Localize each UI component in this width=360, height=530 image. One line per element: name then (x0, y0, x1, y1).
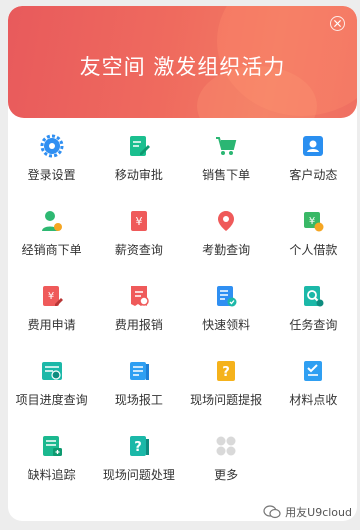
app-item-shortage-track[interactable]: 缺料追踪 (8, 434, 95, 499)
material-receive-icon (301, 359, 325, 383)
app-item-project-progress[interactable]: 项目进度查询 (8, 359, 95, 424)
app-item-approval-pen[interactable]: 移动审批 (95, 134, 182, 199)
more-grid-icon (214, 434, 238, 458)
cart-icon (214, 134, 238, 158)
app-item-more-grid[interactable]: 更多 (183, 434, 270, 499)
close-button[interactable] (330, 16, 345, 31)
customer-card-icon (301, 134, 325, 158)
app-item-question-handle[interactable]: ? 现场问题处理 (95, 434, 182, 499)
banner-title: 友空间 激发组织活力 (79, 55, 286, 79)
watermark: 用友U9cloud (263, 504, 352, 520)
svg-text:¥: ¥ (135, 215, 142, 228)
app-item-cart[interactable]: 销售下单 (183, 134, 270, 199)
app-item-label: 材料点收 (289, 393, 338, 407)
app-item-label: 现场问题处理 (102, 468, 175, 482)
expense-apply-icon: ¥ (40, 284, 64, 308)
app-item-label: 费用申请 (27, 318, 76, 332)
shortage-track-icon (40, 434, 64, 458)
svg-text:?: ? (134, 440, 142, 455)
app-item-dealer-person[interactable]: 经销商下单 (8, 209, 95, 274)
svg-text:¥: ¥ (309, 216, 315, 227)
app-item-material-check[interactable]: 快速领料 (183, 284, 270, 349)
app-item-label: 客户动态 (289, 168, 338, 182)
banner: 友空间 激发组织活力 (8, 6, 357, 118)
app-item-gear[interactable]: 登录设置 (8, 134, 95, 199)
app-item-label: 缺料追踪 (27, 468, 76, 482)
app-item-label: 任务查询 (289, 318, 338, 332)
app-item-location-pin[interactable]: 考勤查询 (183, 209, 270, 274)
app-item-task-search[interactable]: 任务查询 (270, 284, 357, 349)
app-item-label: 登录设置 (27, 168, 76, 182)
app-item-label: 个人借款 (289, 243, 338, 257)
question-report-icon: ? (214, 359, 238, 383)
app-item-label: 考勤查询 (202, 243, 251, 257)
app-item-customer-card[interactable]: 客户动态 (270, 134, 357, 199)
app-item-material-receive[interactable]: 材料点收 (270, 359, 357, 424)
app-item-expense-apply[interactable]: ¥ 费用申请 (8, 284, 95, 349)
app-panel: 友空间 激发组织活力 登录设置 移动审批 销售下单 客户动态经销商下单 ¥ 薪资查询 考勤查… (8, 6, 357, 521)
svg-text:¥: ¥ (47, 291, 53, 302)
reimburse-icon (127, 284, 151, 308)
app-item-label: 经销商下单 (21, 243, 82, 257)
app-item-salary[interactable]: ¥ 薪资查询 (95, 209, 182, 274)
approval-pen-icon (127, 134, 151, 158)
location-pin-icon (214, 209, 238, 233)
svg-text:?: ? (222, 365, 230, 380)
app-grid: 登录设置 移动审批 销售下单 客户动态经销商下单 ¥ 薪资查询 考勤查询 ¥ 个人借款 ¥ 费用申请… (8, 134, 357, 499)
gear-icon (40, 134, 64, 158)
project-progress-icon (40, 359, 64, 383)
work-report-icon (127, 359, 151, 383)
dealer-person-icon (40, 209, 64, 233)
material-check-icon (214, 284, 238, 308)
app-item-label: 现场问题提报 (190, 393, 263, 407)
app-item-work-report[interactable]: 现场报工 (95, 359, 182, 424)
app-item-loan[interactable]: ¥ 个人借款 (270, 209, 357, 274)
close-icon (334, 20, 341, 27)
watermark-text: 用友U9cloud (285, 506, 352, 519)
loan-icon: ¥ (301, 209, 325, 233)
wechat-icon (263, 505, 281, 519)
task-search-icon (301, 284, 325, 308)
app-item-label: 项目进度查询 (15, 393, 88, 407)
app-item-label: 销售下单 (202, 168, 251, 182)
app-item-reimburse[interactable]: 费用报销 (95, 284, 182, 349)
app-item-label: 费用报销 (114, 318, 163, 332)
app-item-label: 薪资查询 (114, 243, 163, 257)
salary-icon: ¥ (127, 209, 151, 233)
app-item-label: 现场报工 (114, 393, 163, 407)
app-item-label: 更多 (214, 468, 239, 482)
app-item-question-report[interactable]: ? 现场问题提报 (183, 359, 270, 424)
app-item-label: 移动审批 (114, 168, 163, 182)
question-handle-icon: ? (127, 434, 151, 458)
app-item-label: 快速领料 (202, 318, 251, 332)
